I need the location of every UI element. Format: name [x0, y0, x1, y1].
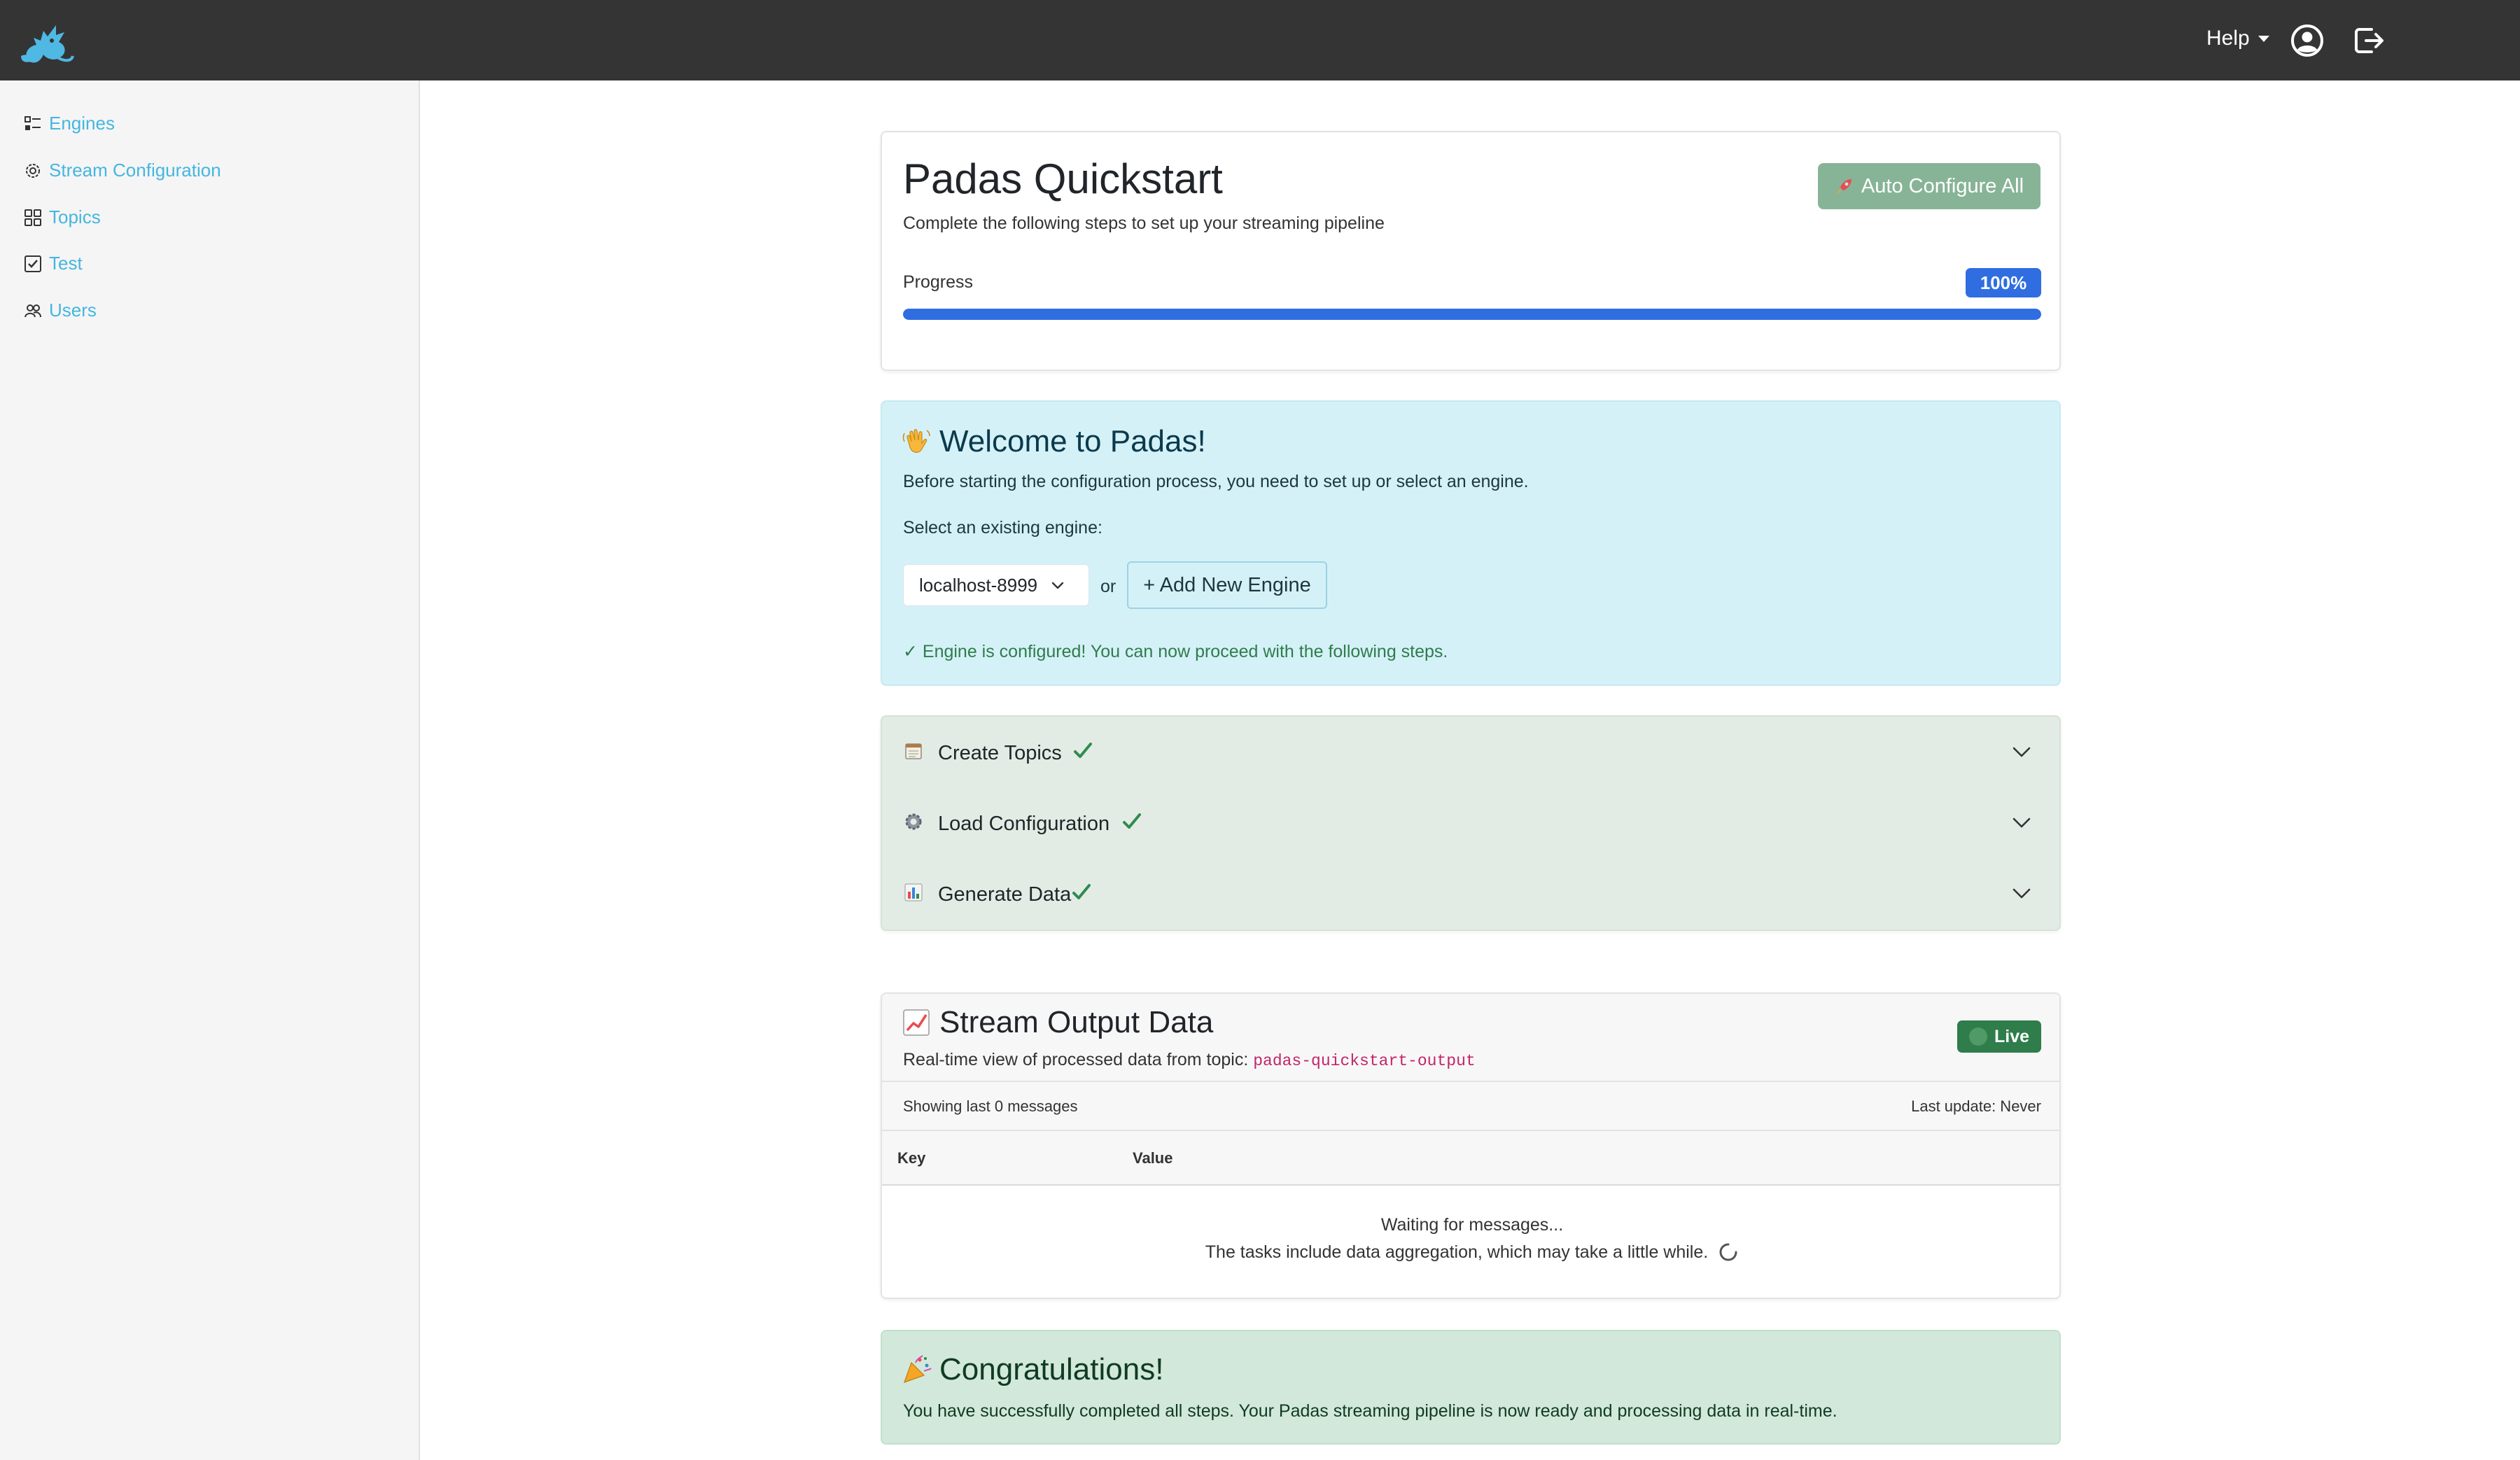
page-subtitle: Complete the following steps to set up y… [903, 213, 1385, 233]
step-label: Load Configuration [938, 813, 1110, 835]
users-icon [24, 304, 41, 317]
live-indicator-icon [1968, 1027, 1987, 1046]
progress-bar-fill [903, 309, 2041, 320]
step-label: Create Topics [938, 742, 1062, 764]
sidebar-item-label: Test [49, 253, 83, 274]
auto-configure-button[interactable]: Auto Configure All [1818, 163, 2040, 209]
welcome-title: Welcome to Padas! [902, 424, 1206, 459]
progress-bar [903, 309, 2041, 320]
sidebar-item-label: Topics [49, 206, 101, 227]
or-text: or [1100, 577, 1116, 596]
stream-output-card: Stream Output Data Real-time view of pro… [881, 992, 2061, 1299]
messages-table-header: Key Value [882, 1131, 2059, 1186]
stream-subtitle-prefix: Real-time view of processed data from to… [903, 1050, 1249, 1069]
chevron-down-icon [1051, 582, 1064, 589]
welcome-description: Before starting the configuration proces… [903, 472, 1529, 491]
chevron-down-icon[interactable] [2010, 882, 2033, 904]
grid-icon [24, 209, 41, 226]
checkmark-icon [1072, 884, 1091, 899]
checkmark-icon [1074, 743, 1092, 758]
message-count: Showing last 0 messages [903, 1097, 1078, 1115]
sidebar-item-topics[interactable]: Topics [24, 206, 101, 228]
waiting-note: The tasks include data aggregation, whic… [882, 1242, 2059, 1263]
help-label: Help [2206, 27, 2250, 50]
bar-chart-icon [904, 883, 923, 901]
logout-icon[interactable] [2352, 24, 2386, 57]
gear-icon [905, 813, 922, 830]
steps-accordion: Create Topics Load Configuration Generat… [881, 715, 2061, 931]
rocket-icon [1836, 179, 1851, 194]
engine-configured-message: ✓ Engine is configured! You can now proc… [903, 642, 1448, 661]
quickstart-card: Padas Quickstart Complete the following … [881, 131, 2061, 371]
step-generate-data[interactable]: Generate Data [882, 858, 2062, 928]
waiting-note-text: The tasks include data aggregation, whic… [1205, 1242, 1709, 1262]
gear-icon [26, 163, 40, 178]
column-header-key: Key [897, 1149, 926, 1167]
stream-meta-bar: Showing last 0 messages Last update: Nev… [882, 1082, 2059, 1131]
progress-label: Progress [903, 272, 974, 292]
step-load-configuration[interactable]: Load Configuration [882, 787, 2062, 857]
stream-output-subtitle: Real-time view of processed data from to… [903, 1050, 1476, 1070]
waving-hand-icon [902, 429, 930, 453]
checkbox-icon [24, 255, 41, 272]
progress-badge: 100% [1966, 268, 2041, 297]
live-status-badge: Live [1957, 1020, 2041, 1053]
step-label: Generate Data [938, 883, 1072, 906]
top-navbar: Help [0, 0, 2520, 80]
stream-topic-name: padas-quickstart-output [1253, 1052, 1476, 1070]
waiting-message: Waiting for messages... [1380, 1215, 1564, 1235]
chart-increasing-icon [903, 1009, 930, 1036]
chevron-down-icon[interactable] [2010, 811, 2033, 834]
user-account-icon[interactable] [2290, 24, 2324, 57]
sidebar-item-users[interactable]: Users [24, 300, 97, 321]
engines-icon [24, 115, 41, 130]
welcome-title-text: Welcome to Padas! [939, 424, 1206, 458]
page-title: Padas Quickstart [903, 155, 1223, 202]
sidebar-item-engines[interactable]: Engines [24, 113, 115, 134]
loading-spinner-icon [1719, 1243, 1737, 1261]
sidebar-item-label: Stream Configuration [49, 160, 221, 181]
sidebar-item-label: Engines [49, 113, 115, 134]
congratulations-card: Congratulations! You have successfully c… [881, 1330, 2061, 1445]
stream-output-title: Stream Output Data [902, 1005, 1213, 1040]
add-engine-button[interactable]: + Add New Engine [1127, 561, 1327, 609]
help-dropdown[interactable]: Help [2206, 27, 2269, 50]
caret-down-icon [2258, 35, 2269, 42]
engine-select-label: Select an existing engine: [903, 518, 1102, 538]
chevron-down-icon[interactable] [2010, 740, 2033, 763]
sidebar-item-test[interactable]: Test [24, 253, 83, 274]
congratulations-title-text: Congratulations! [939, 1352, 1164, 1387]
notepad-icon [905, 743, 922, 759]
last-update: Last update: Never [1911, 1097, 2041, 1115]
stream-output-header: Stream Output Data Real-time view of pro… [882, 994, 2059, 1082]
auto-configure-label: Auto Configure All [1861, 174, 2024, 197]
congratulations-text: You have successfully completed all step… [903, 1401, 1837, 1421]
step-create-topics[interactable]: Create Topics [882, 717, 2062, 787]
column-header-value: Value [1133, 1149, 1173, 1167]
sidebar-item-stream-configuration[interactable]: Stream Configuration [24, 160, 221, 181]
sidebar: Engines Stream Configuration Topics Test [0, 80, 420, 1460]
live-label: Live [1994, 1026, 2030, 1046]
engine-select[interactable]: localhost-8999 [903, 564, 1089, 606]
padas-logo-icon[interactable] [15, 13, 74, 67]
stream-output-title-text: Stream Output Data [939, 1005, 1214, 1039]
sidebar-item-label: Users [49, 300, 97, 321]
checkmark-icon [1123, 813, 1141, 829]
party-popper-icon [904, 1355, 932, 1383]
congratulations-title: Congratulations! [902, 1352, 1163, 1387]
welcome-card: Welcome to Padas! Before starting the co… [881, 400, 2061, 686]
engine-select-value: localhost-8999 [919, 574, 1038, 596]
